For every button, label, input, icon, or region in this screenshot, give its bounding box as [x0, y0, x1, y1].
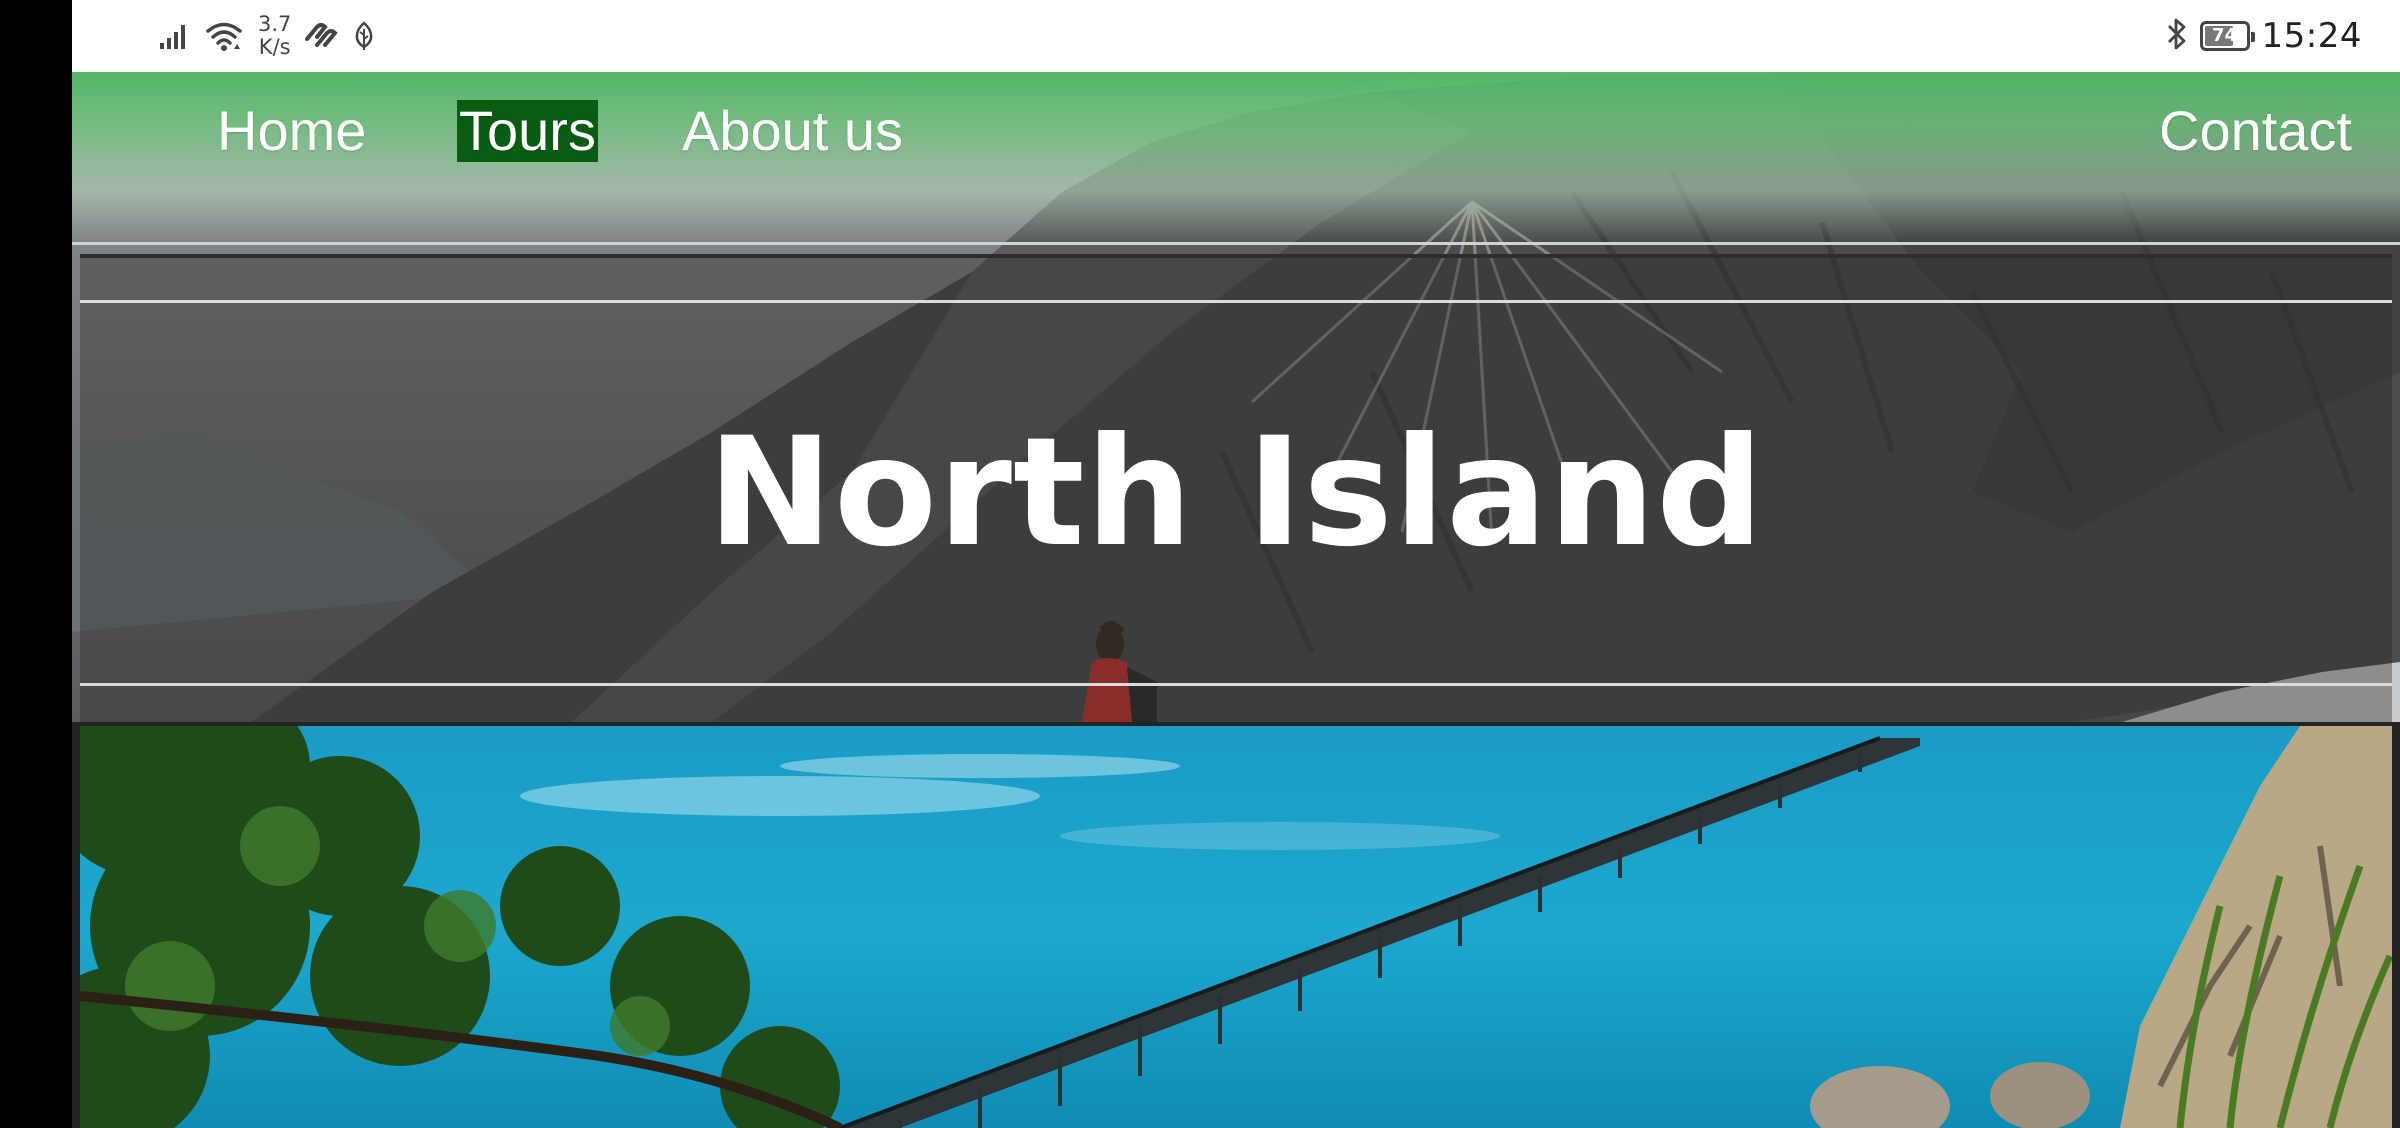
status-left-group: 3.7 K/s	[158, 10, 377, 62]
pay-icon	[303, 21, 339, 51]
signal-icon	[158, 21, 192, 51]
status-right-group: 74 15:24	[2166, 10, 2362, 62]
wifi-icon	[204, 20, 244, 52]
nav-link-about-us[interactable]: About us	[682, 100, 903, 162]
leaf-icon	[351, 21, 377, 51]
status-clock: 15:24	[2261, 16, 2362, 56]
nav-link-home[interactable]: Home	[217, 100, 366, 162]
web-page[interactable]: Home Tours About us Contact North Island	[72, 72, 2400, 1128]
battery-level: 74	[2211, 25, 2238, 46]
hero-bottom-divider	[80, 683, 2392, 686]
net-speed-unit: K/s	[258, 35, 291, 59]
status-bar: 3.7 K/s 74 15:24	[72, 0, 2400, 72]
hero-top-divider	[80, 300, 2392, 303]
screen-bezel	[0, 0, 72, 1128]
pier-photo-image	[80, 726, 2392, 1128]
battery-icon: 74	[2199, 21, 2255, 51]
nav-link-tours[interactable]: Tours	[457, 100, 598, 162]
net-speed-value: 3.7	[258, 12, 292, 36]
device-screen: 3.7 K/s 74 15:24 Home Tours About us Con…	[72, 0, 2400, 1128]
net-speed: 3.7 K/s	[258, 13, 291, 59]
battery-tip	[2250, 32, 2255, 42]
main-navigation: Home Tours About us Contact	[72, 72, 2400, 245]
hero-banner: North Island	[80, 254, 2392, 730]
bluetooth-icon	[2166, 17, 2188, 55]
nav-link-contact[interactable]: Contact	[2159, 100, 2352, 162]
page-title: North Island	[707, 406, 1765, 580]
